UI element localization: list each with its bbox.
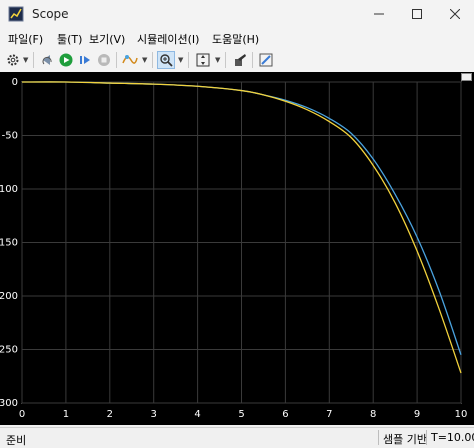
maximize-button[interactable]: [398, 0, 436, 28]
y-tick-label: -200: [0, 291, 18, 302]
edit-icon: [259, 53, 273, 67]
status-time: T=10.000: [426, 430, 474, 445]
write-data-button[interactable]: [231, 51, 249, 69]
x-tick-label: 9: [414, 409, 420, 420]
edit-button[interactable]: [257, 51, 275, 69]
scope-display[interactable]: 0 1 2 3 4 5 6 7 8 9 10 0 -50 -100 -150 -200 -250 -300: [0, 72, 474, 425]
scope-plot: 0 1 2 3 4 5 6 7 8 9 10 0 -50 -100 -150 -200 -250 -300: [0, 77, 468, 420]
y-tick-label: 0: [12, 77, 18, 88]
stop-button[interactable]: [95, 51, 113, 69]
step-back-button[interactable]: [38, 51, 56, 69]
menu-file[interactable]: 파일(F): [8, 31, 43, 47]
toolbar: ▼ ▼ ▼ ▼: [0, 48, 474, 73]
toolbar-separator: [225, 52, 226, 68]
signal-select-button[interactable]: [121, 51, 139, 69]
zoom-button[interactable]: [157, 51, 175, 69]
y-tick-label: -250: [0, 345, 18, 356]
signal-icon: [122, 55, 138, 64]
x-tick-label: 2: [107, 409, 113, 420]
x-tick-label: 3: [151, 409, 157, 420]
minimize-button[interactable]: [360, 0, 398, 28]
maximize-icon: [412, 9, 422, 19]
y-tick-label: -150: [0, 238, 18, 249]
x-tick-label: 5: [238, 409, 244, 420]
matlab-scope-icon: [8, 6, 24, 22]
toolbar-separator: [152, 52, 153, 68]
back-step-icon: [42, 55, 52, 65]
autoscale-dropdown-icon[interactable]: ▼: [215, 56, 220, 64]
x-tick-label: 1: [63, 409, 69, 420]
status-ready: 준비: [6, 434, 27, 447]
autoscale-icon: [196, 53, 210, 67]
menu-bar: 파일(F) 툴(T) 보기(V) 시뮬레이션(I) 도움말(H): [0, 28, 474, 48]
stop-icon: [98, 54, 110, 66]
run-icon: [59, 53, 73, 67]
y-tick-label: -50: [2, 131, 18, 142]
x-tick-label: 8: [370, 409, 376, 420]
menu-view[interactable]: 보기(V): [89, 31, 125, 47]
step-forward-icon: [80, 56, 90, 64]
x-tick-label: 6: [282, 409, 288, 420]
menu-tools[interactable]: 툴(T): [57, 31, 82, 47]
run-button[interactable]: [57, 51, 75, 69]
x-tick-label: 0: [19, 409, 25, 420]
signal-dropdown-icon[interactable]: ▼: [142, 56, 147, 64]
toolbar-separator: [33, 52, 34, 68]
x-tick-label: 10: [455, 409, 468, 420]
y-tick-label: -300: [0, 398, 18, 409]
minimize-icon: [374, 13, 384, 15]
window-title: Scope: [32, 7, 69, 21]
autoscale-button[interactable]: [194, 51, 212, 69]
write-data-icon: [235, 54, 246, 66]
close-button[interactable]: [436, 0, 474, 28]
toolbar-separator: [116, 52, 117, 68]
menu-simulation[interactable]: 시뮬레이션(I): [137, 31, 199, 47]
status-sample-based: 샘플 기반: [378, 430, 431, 446]
status-bar: 준비 샘플 기반 T=10.000: [0, 427, 474, 448]
x-tick-label: 7: [326, 409, 332, 420]
zoom-icon: [160, 54, 173, 67]
zoom-dropdown-icon[interactable]: ▼: [178, 56, 183, 64]
settings-button[interactable]: [4, 51, 22, 69]
gear-icon: [7, 54, 19, 66]
undock-button[interactable]: [461, 73, 472, 81]
toolbar-separator: [252, 52, 253, 68]
settings-dropdown-icon[interactable]: ▼: [23, 56, 28, 64]
x-tick-label: 4: [194, 409, 200, 420]
close-icon: [450, 9, 460, 19]
y-tick-label: -100: [0, 184, 18, 195]
menu-help[interactable]: 도움말(H): [212, 31, 259, 47]
title-bar: Scope: [0, 0, 474, 28]
step-forward-button[interactable]: [76, 51, 94, 69]
toolbar-separator: [188, 52, 189, 68]
